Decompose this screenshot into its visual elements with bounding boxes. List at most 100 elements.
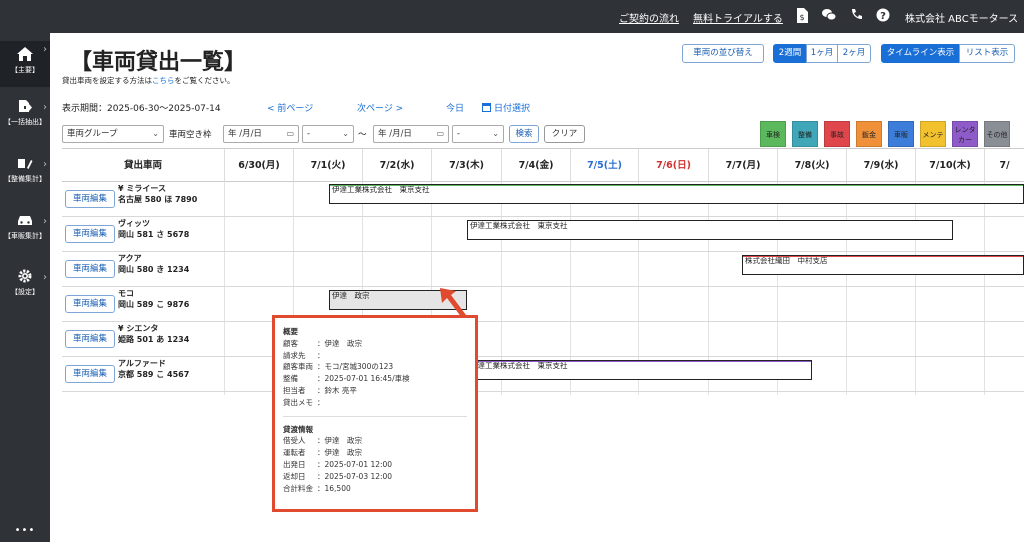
- start-date-input[interactable]: 年 /月/日 ▭: [223, 125, 299, 143]
- detail-key: 運転者: [283, 448, 306, 458]
- detail-key: 顧客: [283, 338, 298, 348]
- day-gridline: [984, 182, 985, 395]
- vehicle-label: ¥ シエンタ 姫路 501 あ 1234: [118, 323, 189, 345]
- note-text: 貸出車両を設定する方法は: [62, 76, 152, 85]
- booking-label: 株式会社織田 中村支店: [745, 256, 828, 265]
- overview-list: 顧客 ：伊達 政宗 請求先 ： 顧客車両 ：モコ/宮城300の123 整備 ：2025-07-…: [283, 338, 467, 409]
- detail-value: ：16,500: [317, 483, 351, 493]
- timeline-view-button[interactable]: タイムライン表示: [881, 44, 960, 63]
- day-gridline: [915, 182, 916, 395]
- top-bar: ご契約の流れ 無料トライアルする $ ? 株式会社 ABCモータース: [0, 0, 1024, 33]
- vehicle-edit-button[interactable]: 車両編集: [65, 190, 115, 208]
- detail-value: ：伊達 政宗: [317, 338, 362, 348]
- detail-row: 顧客 ：伊達 政宗: [283, 338, 467, 350]
- start-time-select[interactable]: - ⌄: [302, 125, 354, 143]
- day-gridline: [224, 182, 225, 395]
- chevron-right-icon: ›: [43, 102, 47, 113]
- calendar-icon: ▭: [436, 129, 444, 138]
- company-name[interactable]: 株式会社 ABCモータース: [905, 10, 1018, 25]
- booking-label: 伊達工業株式会社 東京支社: [332, 185, 430, 194]
- range-2months-button[interactable]: 2ヶ月: [837, 44, 871, 63]
- date-select-link[interactable]: 日付選択: [482, 101, 530, 114]
- detail-row: 合計料金 ：16,500: [283, 483, 467, 495]
- vehicle-edit-button[interactable]: 車両編集: [65, 295, 115, 313]
- range-1month-button[interactable]: 1ヶ月: [806, 44, 838, 63]
- booking-bar[interactable]: 伊達工業株式会社 東京支社: [467, 220, 953, 240]
- calendar-icon: [482, 103, 491, 112]
- today-link[interactable]: 今日: [446, 101, 464, 114]
- start-date-value: 年 /月/日: [228, 129, 262, 139]
- legend-5: 車販: [888, 121, 914, 147]
- sidebar-item-label: 【整備集計】: [4, 175, 46, 183]
- end-time-value: -: [457, 129, 461, 139]
- search-button[interactable]: 検索: [509, 125, 539, 143]
- detail-key: 借受人: [283, 436, 306, 446]
- vehicle-column-header: 貸出車両: [62, 149, 224, 182]
- end-time-select[interactable]: - ⌄: [452, 125, 504, 143]
- vacancy-label: 車両空き枠: [169, 130, 212, 140]
- phone-icon[interactable]: [849, 8, 863, 24]
- dollar-doc-icon[interactable]: $: [795, 8, 809, 24]
- date-header: 7/9(水): [846, 149, 915, 182]
- sidebar-item-export[interactable]: › 【一括抽出】: [0, 99, 50, 133]
- timeline-grid: 貸出車両 6/30(月) 7/1(火) 7/2(水) 7/3(木) 7/4(金) 7/5(…: [62, 148, 1024, 395]
- free-trial-link[interactable]: 無料トライアルする: [693, 10, 783, 25]
- row-divider: [62, 216, 1024, 217]
- detail-key: 整備: [283, 374, 298, 384]
- vehicle-plate: 名古屋 580 ほ 7890: [118, 195, 198, 204]
- date-header: 7/8(火): [777, 149, 846, 182]
- row-divider: [62, 321, 1024, 322]
- setup-note: 貸出車両を設定する方法はこちらをご覧ください。: [62, 75, 235, 86]
- popup-divider: [283, 415, 467, 417]
- sidebar-item-label: 【設定】: [11, 288, 39, 296]
- detail-key: 貸出メモ: [283, 397, 313, 407]
- booking-bar[interactable]: 伊達工業株式会社 東京支社: [467, 360, 812, 380]
- detail-row: 運転者 ：伊達 政宗: [283, 447, 467, 459]
- here-link[interactable]: こちら: [152, 76, 175, 85]
- vehicle-edit-button[interactable]: 車両編集: [65, 365, 115, 383]
- vehicle-name: ¥ ミライース: [118, 184, 166, 193]
- prev-page-link[interactable]: < 前ページ: [267, 101, 313, 114]
- date-header: 7/: [984, 149, 1024, 182]
- note-text-suffix: をご覧ください。: [174, 76, 235, 85]
- vehicle-edit-button[interactable]: 車両編集: [65, 330, 115, 348]
- row-divider: [62, 286, 1024, 287]
- booking-bar[interactable]: 伊達工業株式会社 東京支社: [329, 184, 1024, 204]
- calendar-icon: ▭: [286, 129, 294, 138]
- contract-flow-link[interactable]: ご契約の流れ: [619, 10, 679, 25]
- chevron-right-icon: ›: [43, 216, 47, 227]
- booking-bar[interactable]: 株式会社織田 中村支店: [742, 255, 1024, 275]
- sidebar-item-maintenance[interactable]: › 【整備集計】: [0, 156, 50, 190]
- chevron-right-icon: ›: [43, 44, 47, 55]
- chat-icon[interactable]: [822, 8, 837, 24]
- svg-text:?: ?: [880, 11, 886, 22]
- detail-row: 出発日 ：2025-07-01 12:00: [283, 459, 467, 471]
- clear-button[interactable]: クリア: [544, 125, 585, 143]
- vehicle-sort-button[interactable]: 車両の並び替え: [682, 44, 764, 63]
- vehicle-group-select[interactable]: 車両グループ ⌄: [62, 125, 164, 143]
- vehicle-edit-button[interactable]: 車両編集: [65, 260, 115, 278]
- vehicle-label: ¥ ミライース名古屋 580 ほ 7890: [118, 183, 197, 205]
- vehicle-name: ¥ シエンタ: [118, 324, 159, 333]
- date-header: 7/7(月): [708, 149, 777, 182]
- vehicle-name: モコ: [118, 289, 134, 298]
- sidebar-item-main[interactable]: › 【主要】: [0, 41, 50, 87]
- next-page-link[interactable]: 次ページ >: [357, 101, 403, 114]
- vehicle-label: アクア 岡山 580 き 1234: [118, 253, 189, 275]
- end-date-value: 年 /月/日: [378, 129, 412, 139]
- list-view-button[interactable]: リスト表示: [959, 44, 1015, 63]
- sidebar-item-settings[interactable]: › 【設定】: [0, 269, 50, 303]
- vehicle-edit-button[interactable]: 車両編集: [65, 225, 115, 243]
- legend-4: 鈑金: [856, 121, 882, 147]
- sidebar-item-sales[interactable]: › 【車販集計】: [0, 213, 50, 247]
- more-menu[interactable]: •••: [0, 525, 50, 539]
- sidebar: › 【主要】 › 【一括抽出】 › 【整備集計】 › 【車販集計】 › 【設定】…: [0, 33, 50, 542]
- svg-text:$: $: [799, 13, 804, 22]
- range-2weeks-button[interactable]: 2週間: [773, 44, 807, 63]
- legend-2: 整備: [792, 121, 818, 147]
- help-icon[interactable]: ?: [876, 8, 890, 24]
- detail-row: 顧客車両 ：モコ/宮城300の123: [283, 361, 467, 373]
- detail-row: 担当者 ：鈴木 亮平: [283, 385, 467, 397]
- detail-key: 合計料金: [283, 483, 313, 493]
- end-date-input[interactable]: 年 /月/日 ▭: [373, 125, 449, 143]
